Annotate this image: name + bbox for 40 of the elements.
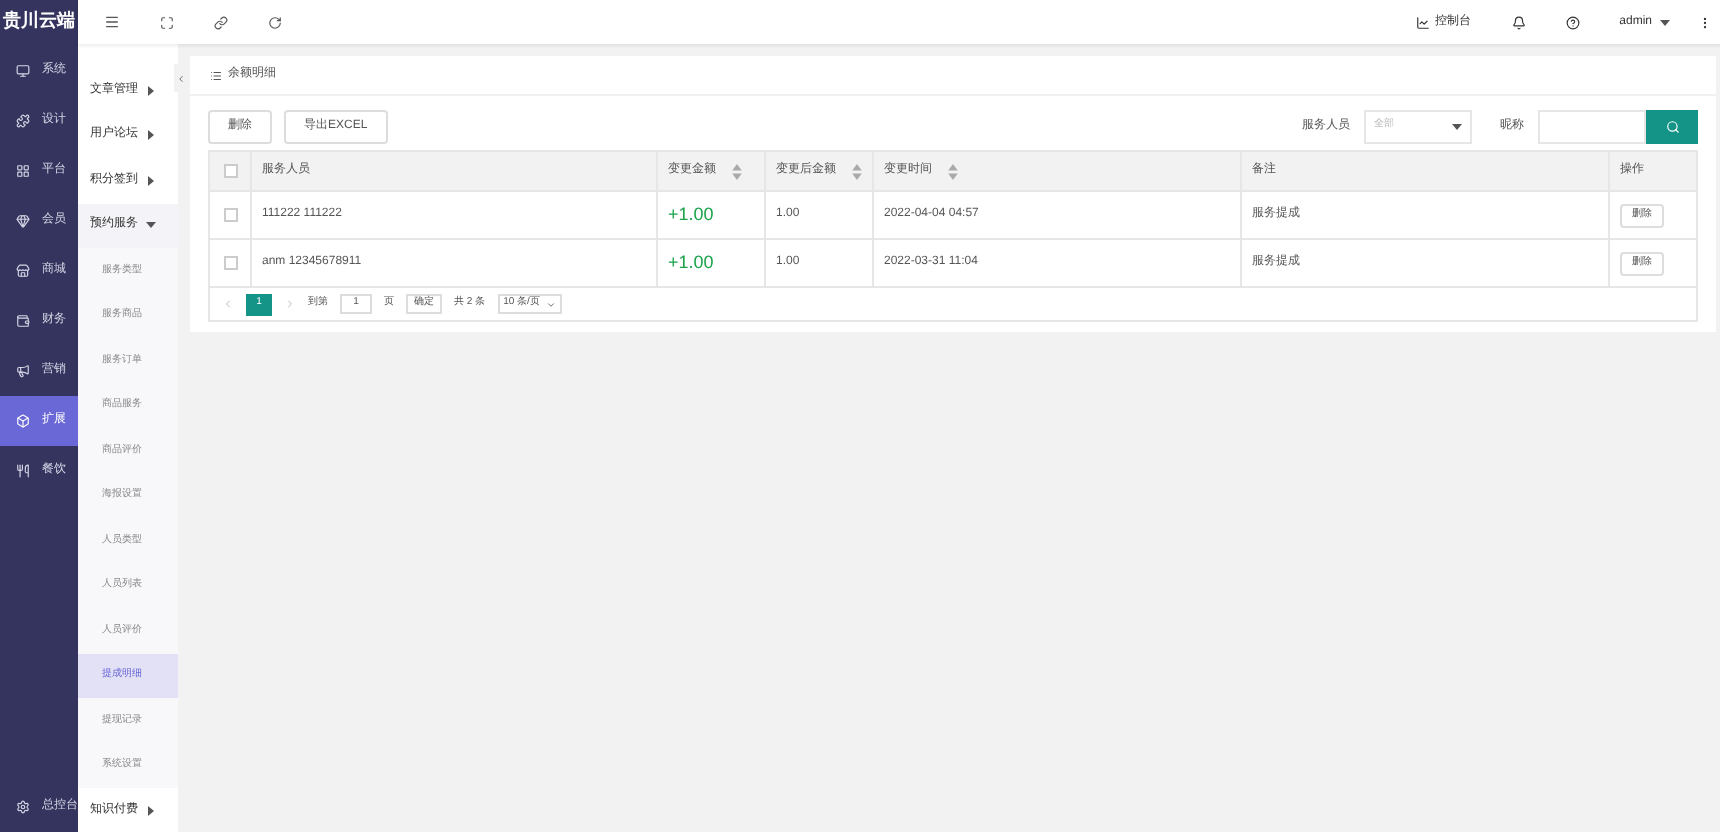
- table-cell-text: +1.00: [668, 249, 714, 276]
- row-checkbox[interactable]: [223, 256, 237, 270]
- search-button[interactable]: [1646, 109, 1698, 143]
- puzzle-icon: [16, 114, 30, 128]
- chevron-down-icon: [545, 299, 556, 309]
- caret-right-icon: [146, 805, 156, 816]
- select-all-checkbox[interactable]: [223, 164, 237, 178]
- store-icon: [16, 264, 30, 278]
- menu-icon[interactable]: [104, 14, 120, 30]
- sort-icon[interactable]: [852, 163, 862, 179]
- list-icon: [210, 69, 222, 81]
- link-icon[interactable]: [214, 15, 228, 29]
- caret-down-icon: [146, 220, 156, 231]
- input-field[interactable]: [1538, 109, 1646, 143]
- food-icon: [16, 464, 30, 478]
- logo: 贵川云端: [1, 8, 77, 35]
- gear-icon: [16, 800, 30, 814]
- bell-icon[interactable]: [1511, 15, 1526, 29]
- grid-icon: [16, 164, 30, 178]
- row-checkbox[interactable]: [223, 208, 237, 222]
- megaphone-icon: [16, 364, 30, 378]
- collapse-icon[interactable]: [175, 73, 185, 83]
- gem-icon: [16, 214, 30, 228]
- refresh-icon[interactable]: [268, 15, 282, 29]
- caret-right-icon: [146, 175, 156, 186]
- help-icon[interactable]: [1565, 15, 1580, 29]
- box-icon: [16, 414, 30, 428]
- wallet-icon: [16, 314, 30, 328]
- caret-right-icon: [146, 85, 156, 96]
- caret-right-icon: [146, 130, 156, 141]
- search-icon: [1665, 119, 1679, 133]
- chart-icon: [1415, 15, 1430, 29]
- caret-down-icon: [1660, 17, 1670, 27]
- monitor-icon: [16, 64, 30, 78]
- more-icon[interactable]: [1698, 15, 1712, 29]
- caret-down-icon: [1452, 121, 1462, 131]
- fullscreen-icon[interactable]: [160, 15, 174, 29]
- sort-icon[interactable]: [732, 163, 742, 179]
- sort-icon[interactable]: [948, 163, 958, 179]
- table-cell-text: +1.00: [668, 201, 714, 228]
